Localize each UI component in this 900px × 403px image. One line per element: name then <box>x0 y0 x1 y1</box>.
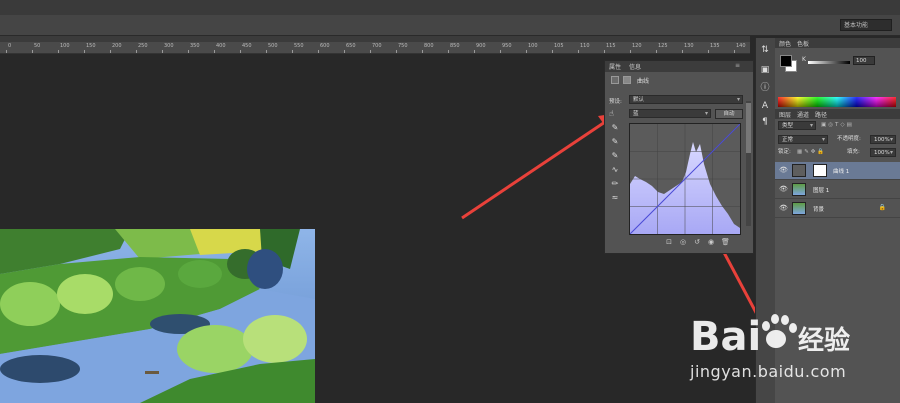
fill-label: 填充: <box>847 149 860 155</box>
curve-graph[interactable] <box>629 123 741 235</box>
lock-icons[interactable]: ▦✎✥🔒 <box>797 148 826 157</box>
panel-title: 曲线 <box>637 78 650 85</box>
hand-tool-icon[interactable]: ☝ <box>609 109 614 118</box>
opacity-label: 不透明度: <box>837 136 861 142</box>
tab-paths[interactable]: 路径 <box>815 110 827 119</box>
tab-layers[interactable]: 图层 <box>779 110 791 119</box>
baidu-jingyan-watermark: Bai 经验 <box>690 305 870 360</box>
visibility-icon[interactable]: ◉ <box>707 238 715 246</box>
layer-thumbnail <box>792 202 806 215</box>
k-slider[interactable] <box>808 61 850 64</box>
color-spectrum[interactable] <box>778 97 896 107</box>
history-icon[interactable]: ⇅ <box>759 44 771 56</box>
properties-panel: 属性 信息 ≡ 曲线 预设: 默认 ☝ 蓝 自动 ✎ ✎ ✎ ∿ ✏ ≈ <box>604 60 754 254</box>
k-channel-label: K <box>802 56 806 63</box>
tab-channels[interactable]: 通道 <box>797 110 809 119</box>
properties-tabs: 属性 信息 ≡ <box>605 61 753 72</box>
adjustment-icon <box>611 76 619 84</box>
preset-label: 预设: <box>609 99 622 105</box>
watermark-url: jingyan.baidu.com <box>690 362 847 381</box>
eye-icon[interactable]: 👁 <box>779 204 788 212</box>
mask-icon[interactable] <box>623 76 631 84</box>
reset-icon[interactable]: ↺ <box>693 238 701 246</box>
eye-icon[interactable]: 👁 <box>779 185 788 193</box>
tab-color[interactable]: 颜色 <box>779 39 791 48</box>
layer-row-background[interactable]: 👁 背景 🔒 <box>775 200 900 218</box>
layer-name: 曲线 1 <box>833 169 850 175</box>
channel-select[interactable]: 蓝 <box>629 109 711 118</box>
tab-swatches[interactable]: 色板 <box>797 39 809 48</box>
curves-adjustment-icon <box>792 164 806 177</box>
auto-button[interactable]: 自动 <box>715 109 743 119</box>
pencil-icon[interactable]: ✏ <box>610 179 620 189</box>
panel-menu-icon[interactable]: ≡ <box>735 62 740 69</box>
blend-mode-select[interactable]: 正常 <box>778 135 828 144</box>
watermark-brand: Bai <box>690 314 761 360</box>
properties-scrollbar[interactable] <box>746 101 751 226</box>
layer-row-curves[interactable]: 👁 曲线 1 <box>775 162 900 180</box>
layer-thumbnail <box>792 183 806 196</box>
character-icon[interactable]: A <box>759 100 771 112</box>
foreground-color-swatch[interactable] <box>780 55 792 67</box>
opacity-field[interactable]: 100% <box>870 135 896 144</box>
tool-presets-icon[interactable]: ▣ <box>759 64 771 76</box>
color-panel-tabs: 颜色 色板 <box>775 38 900 48</box>
info-icon[interactable]: ⓘ <box>759 82 771 94</box>
layer-mask-thumbnail[interactable] <box>813 164 827 177</box>
eyedropper-gray-icon[interactable]: ✎ <box>610 137 620 147</box>
lock-icon: 🔒 <box>878 204 886 211</box>
arrow-to-channel <box>461 120 606 220</box>
layer-filter-icons[interactable]: ▣◎T◇▤ <box>821 121 854 130</box>
smooth-icon[interactable]: ≈ <box>610 193 620 203</box>
tab-info[interactable]: 信息 <box>629 62 641 71</box>
preset-select[interactable]: 默认 <box>629 95 743 104</box>
eyedropper-white-icon[interactable]: ✎ <box>610 151 620 161</box>
layer-kind-filter[interactable]: 类型 <box>778 121 816 130</box>
eye-icon[interactable]: 👁 <box>779 166 788 174</box>
scroll-thumb[interactable] <box>746 103 751 153</box>
k-value-field[interactable]: 100 <box>853 56 875 65</box>
view-previous-icon[interactable]: ◎ <box>679 238 687 246</box>
layer-name: 背景 <box>813 207 825 213</box>
properties-header: 曲线 <box>607 74 751 86</box>
fill-field[interactable]: 100% <box>870 148 896 157</box>
watermark-brand-suffix: 经验 <box>798 325 850 356</box>
layers-panel-tabs: 图层 通道 路径 <box>775 109 900 119</box>
paw-icon <box>762 314 797 348</box>
delete-icon[interactable]: 🗑 <box>721 238 730 246</box>
lock-label: 锁定: <box>778 149 791 155</box>
paragraph-icon[interactable]: ¶ <box>759 116 771 128</box>
curve-edit-icon[interactable]: ∿ <box>610 165 620 175</box>
clip-layer-icon[interactable]: ⊡ <box>665 238 673 246</box>
eyedropper-black-icon[interactable]: ✎ <box>610 123 620 133</box>
layer-name: 图层 1 <box>813 188 830 194</box>
tab-properties[interactable]: 属性 <box>609 62 621 71</box>
curve-graph-svg <box>629 123 741 235</box>
layer-row-layer1[interactable]: 👁 图层 1 <box>775 181 900 199</box>
baidu-logo: Bai 经验 <box>690 314 850 360</box>
